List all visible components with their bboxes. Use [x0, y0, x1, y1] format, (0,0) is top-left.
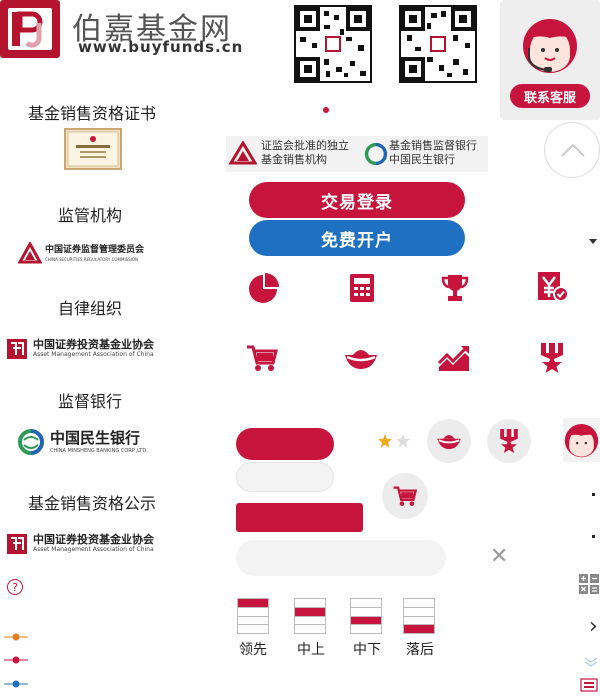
scroll-top-button[interactable] — [544, 122, 600, 178]
rank-bar-icon — [350, 598, 382, 634]
minsheng-name-cn: 中国民生银行 — [50, 428, 141, 447]
amac-logo-2[interactable]: 中国证券投资基金业协会 Asset Management Association… — [6, 533, 154, 555]
red-pill-button[interactable] — [236, 428, 334, 460]
red-rect-button[interactable] — [236, 503, 363, 532]
star-empty-icon — [396, 434, 410, 448]
bank-section-title: 监督银行 — [57, 392, 122, 411]
medal-icon[interactable] — [532, 338, 572, 378]
open-account-button[interactable]: 免费开户 — [249, 220, 465, 256]
cert-section-title: 基金销售资格证书 — [27, 104, 156, 123]
legend-line-icon — [4, 656, 28, 664]
gold-ingot-circle-button[interactable] — [427, 419, 471, 463]
carousel-dot[interactable] — [323, 107, 329, 113]
medal-circle-button[interactable] — [487, 419, 531, 463]
csrc-name-en: CHINA SECURITIES REGULATORY COMMISSION — [45, 257, 139, 262]
gray-input-pill[interactable] — [236, 540, 446, 576]
gold-ingot-icon[interactable] — [341, 338, 381, 378]
rank-label: 中上 — [297, 642, 325, 658]
amac-name-en: Asset Management Association of China — [33, 546, 154, 553]
pie-chart-icon[interactable] — [243, 268, 283, 308]
approval-line-4: 中国民生银行 — [389, 153, 455, 166]
rank-label: 落后 — [406, 642, 434, 658]
legend-line-icon — [4, 680, 28, 688]
certificate-icon — [67, 131, 119, 167]
approval-line-1: 证监会批准的独立 — [261, 139, 349, 152]
rank-lead: 领先 — [236, 598, 273, 659]
amac-emblem-icon — [7, 339, 27, 359]
legend-red — [4, 649, 28, 668]
legend-line-icon — [4, 633, 28, 641]
calculator-icon[interactable] — [342, 268, 382, 308]
cart-icon[interactable] — [242, 338, 282, 378]
cart-icon — [393, 486, 418, 506]
csrc-name-cn: 中国证券监督管理委员会 — [45, 245, 145, 255]
amac-name-cn: 中国证券投资基金业协会 — [33, 533, 154, 546]
double-chevron-down-icon[interactable] — [584, 652, 598, 671]
rank-label: 领先 — [239, 642, 267, 658]
calculator-grid-icon[interactable] — [578, 573, 600, 599]
amac-name-cn: 中国证券投资基金业协会 — [33, 338, 154, 351]
csrc-emblem-icon — [18, 242, 42, 264]
approval-banner: 证监会批准的独立 基金销售机构 基金销售监督银行 中国民生银行 — [226, 136, 488, 172]
certificate-image[interactable] — [64, 128, 122, 170]
dropdown-arrow-icon[interactable] — [589, 239, 597, 244]
legend-orange — [4, 626, 28, 645]
approval-line-3: 基金销售监督银行 — [389, 139, 477, 152]
publicity-section-title: 基金销售资格公示 — [27, 494, 156, 513]
rank-lower-mid: 中下 — [350, 598, 387, 659]
rank-bar-icon — [403, 598, 435, 634]
minsheng-bank-logo[interactable]: 中国民生银行 CHINA MINSHENG BANKING CORP.,LTD. — [16, 428, 148, 456]
help-icon[interactable]: ? — [7, 579, 23, 595]
csrc-emblem-icon — [229, 141, 257, 165]
bullet-dot — [592, 535, 595, 538]
amac-emblem-icon — [7, 534, 27, 554]
trophy-icon[interactable] — [435, 268, 475, 308]
chevron-right-icon[interactable]: › — [589, 616, 598, 638]
site-logo[interactable] — [0, 0, 60, 58]
gray-pill-button[interactable] — [236, 462, 334, 492]
bullet-dot — [592, 493, 595, 496]
rank-bar-icon — [237, 598, 269, 634]
qr-code-app — [294, 5, 372, 83]
legend-blue — [4, 673, 28, 692]
star-rating — [378, 433, 412, 453]
star-filled-icon — [378, 434, 392, 448]
gold-ingot-icon — [437, 435, 461, 450]
rank-label: 中下 — [353, 642, 381, 658]
selfreg-section-title: 自律组织 — [57, 299, 122, 318]
agent-avatar-icon — [523, 19, 577, 73]
yen-badge-icon[interactable] — [532, 266, 572, 306]
qr-code-wechat — [399, 5, 477, 83]
rank-bar-icon — [294, 598, 326, 634]
qr-code-icon — [296, 7, 370, 81]
logo-mark-icon — [8, 8, 52, 50]
minsheng-emblem-icon — [18, 429, 44, 455]
brand-url: www.buyfunds.cn — [78, 38, 244, 56]
rank-upper-mid: 中上 — [294, 598, 331, 659]
minsheng-emblem-icon — [364, 142, 388, 166]
agent-avatar-icon — [564, 423, 599, 458]
customer-service-label: 联系客服 — [510, 84, 590, 108]
minsheng-name-en: CHINA MINSHENG BANKING CORP.,LTD. — [50, 447, 148, 454]
regulator-section-title: 监管机构 — [57, 206, 122, 225]
rank-lag: 落后 — [403, 598, 440, 659]
amac-logo[interactable]: 中国证券投资基金业协会 Asset Management Association… — [6, 338, 154, 360]
agent-avatar-small[interactable] — [563, 418, 600, 462]
screen-icon[interactable] — [580, 677, 598, 696]
amac-name-en: Asset Management Association of China — [33, 351, 154, 358]
trade-login-button[interactable]: 交易登录 — [249, 182, 465, 218]
chevron-up-icon — [561, 143, 585, 157]
trend-up-icon[interactable] — [434, 338, 474, 378]
qr-code-icon — [401, 7, 475, 81]
close-icon[interactable]: ✕ — [490, 544, 508, 569]
medal-icon — [500, 429, 518, 453]
customer-service-button[interactable]: 联系客服 — [500, 0, 600, 120]
csrc-logo[interactable]: 中国证券监督管理委员会 CHINA SECURITIES REGULATORY … — [18, 242, 144, 266]
approval-line-2: 基金销售机构 — [261, 153, 327, 166]
cart-circle-button[interactable] — [382, 473, 428, 519]
